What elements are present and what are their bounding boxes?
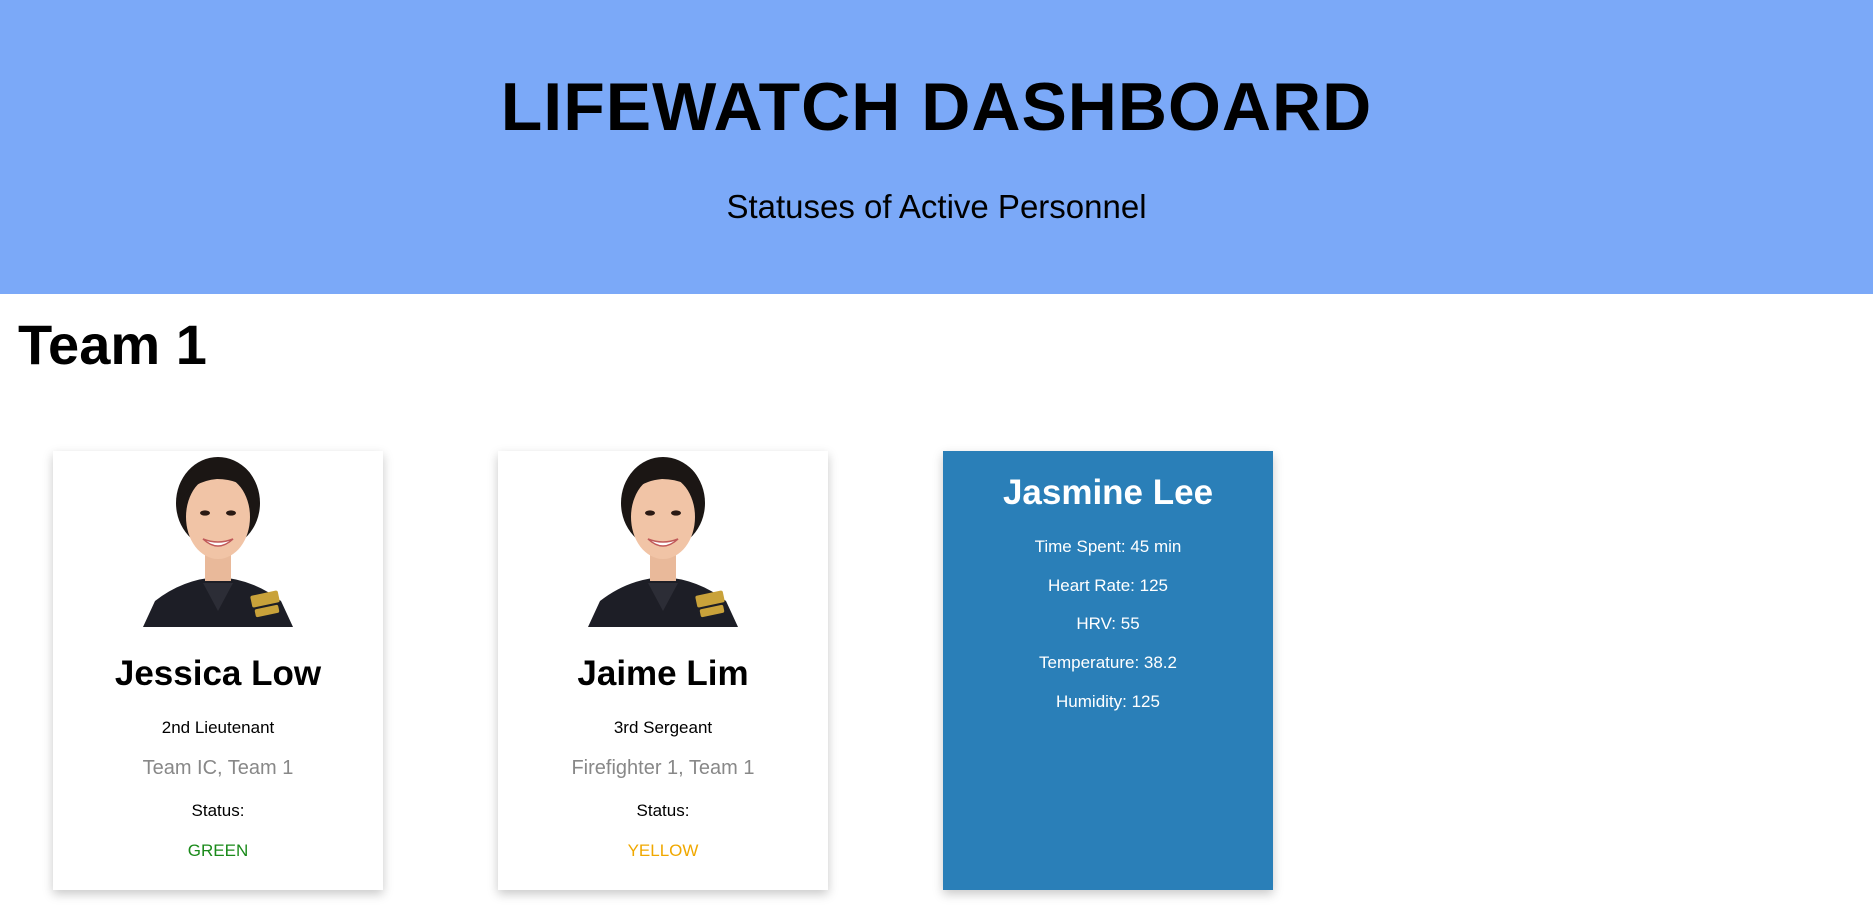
team-heading: Team 1 [18, 313, 207, 376]
metric-heart-rate: Heart Rate: 125 [1047, 576, 1168, 595]
personnel-photo [133, 451, 303, 627]
personnel-name: Jaime Lim [577, 654, 749, 693]
personnel-role: Team IC, Team 1 [142, 757, 294, 779]
status-label: Status: [191, 801, 245, 820]
personnel-name: Jasmine Lee [1002, 473, 1214, 512]
metric-humidity: Humidity: 125 [1056, 692, 1160, 711]
page-subtitle: Statuses of Active Personnel [726, 188, 1147, 225]
status-value-yellow: YELLOW [627, 841, 699, 860]
header-banner: LIFEWATCH DASHBOARD Statuses of Active P… [0, 0, 1873, 294]
personnel-name: Jessica Low [114, 654, 322, 693]
personnel-rank: 2nd Lieutenant [161, 718, 275, 737]
status-value-green: GREEN [187, 841, 249, 860]
page-title: LIFEWATCH DASHBOARD [500, 69, 1373, 145]
personnel-rank: 3rd Sergeant [613, 718, 713, 737]
status-label: Status: [636, 801, 690, 820]
personnel-card-jasmine-lee-details[interactable]: Jasmine Lee Time Spent: 45 min Heart Rat… [943, 451, 1273, 890]
personnel-card-jessica-low[interactable]: Jessica Low 2nd Lieutenant Team IC, Team… [53, 451, 383, 890]
metric-hrv: HRV: 55 [1076, 614, 1140, 633]
personnel-photo [578, 451, 748, 627]
metric-time-spent: Time Spent: 45 min [1034, 537, 1182, 556]
personnel-role: Firefighter 1, Team 1 [571, 757, 755, 779]
metric-temperature: Temperature: 38.2 [1039, 653, 1177, 672]
personnel-card-jaime-lim[interactable]: Jaime Lim 3rd Sergeant Firefighter 1, Te… [498, 451, 828, 890]
